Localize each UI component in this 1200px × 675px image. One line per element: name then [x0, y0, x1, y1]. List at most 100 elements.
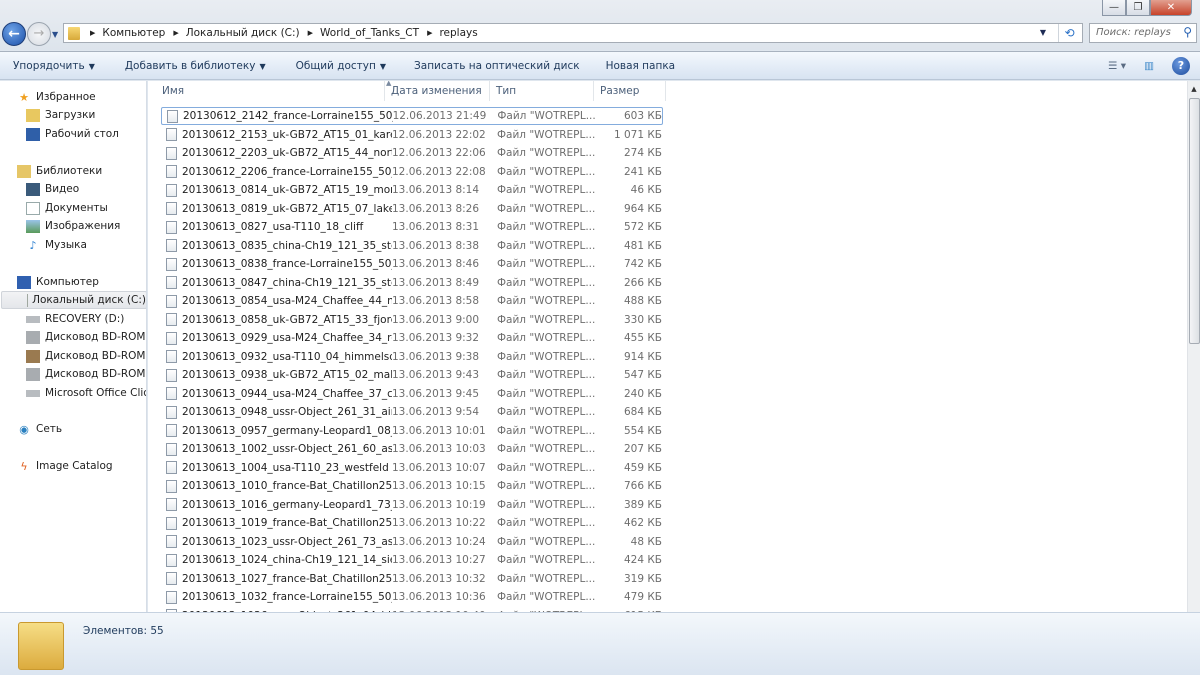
- sidebar-bd-rom-h[interactable]: Дисковод BD-ROM (H: [26, 347, 146, 365]
- file-icon: [166, 387, 177, 400]
- sidebar-downloads[interactable]: Загрузки: [26, 106, 95, 124]
- file-row[interactable]: 20130612_2203_uk-GB72_AT15_44_north_... …: [161, 144, 663, 162]
- sidebar-drive-d[interactable]: RECOVERY (D:): [26, 310, 124, 328]
- file-size: 547 КБ: [623, 369, 662, 381]
- new-folder-button[interactable]: Новая папка: [593, 60, 689, 72]
- file-row[interactable]: 20130612_2206_france-Lorraine155_50_73..…: [161, 163, 663, 181]
- sidebar-computer[interactable]: Компьютер: [17, 273, 99, 291]
- sidebar-network[interactable]: ◉ Сеть: [17, 420, 62, 438]
- file-row[interactable]: 20130613_0938_uk-GB72_AT15_02_malin... 1…: [161, 366, 663, 384]
- file-row[interactable]: 20130613_1002_ussr-Object_261_60_asia_..…: [161, 440, 663, 458]
- column-header-name[interactable]: Имя ▲: [156, 81, 391, 101]
- breadcrumb-replays[interactable]: replays: [439, 27, 477, 39]
- sidebar-video[interactable]: Видео: [26, 180, 79, 198]
- file-row[interactable]: 20130613_0819_uk-GB72_AT15_07_lakeville …: [161, 200, 663, 218]
- sidebar-image-catalog[interactable]: ϟ Image Catalog: [17, 457, 112, 475]
- preview-pane-icon[interactable]: ▥: [1144, 60, 1154, 72]
- file-row[interactable]: 20130613_0847_china-Ch19_121_35_stepp...…: [161, 274, 663, 292]
- file-row[interactable]: 20130613_0858_uk-GB72_AT15_33_fjord 13.0…: [161, 311, 663, 329]
- file-row[interactable]: 20130613_1024_china-Ch19_121_14_siegfr..…: [161, 551, 663, 569]
- recent-pages-dropdown[interactable]: ▼: [52, 30, 58, 39]
- file-row[interactable]: 20130613_0854_usa-M24_Chaffee_44_nor... …: [161, 292, 663, 310]
- scroll-up-icon[interactable]: ▲: [1188, 81, 1200, 97]
- file-size: 240 КБ: [623, 387, 662, 400]
- file-type: Файл "WOTREPL...: [497, 406, 596, 418]
- file-icon: [166, 220, 177, 234]
- file-row[interactable]: 20130613_1004_usa-T110_23_westfeld 13.06…: [161, 459, 663, 477]
- file-type: Файл "WOTREPL...: [497, 239, 596, 252]
- sidebar-music[interactable]: ♪ Музыка: [26, 236, 86, 254]
- sidebar-drive-c[interactable]: Локальный диск (C:): [1, 291, 146, 309]
- sidebar-favorites[interactable]: ★ Избранное: [17, 88, 96, 106]
- column-header-size[interactable]: Размер: [594, 81, 666, 101]
- back-button[interactable]: ←: [2, 22, 26, 46]
- breadcrumb-drive-c[interactable]: Локальный диск (C:): [186, 27, 300, 39]
- file-row[interactable]: 20130613_0838_france-Lorraine155_50_10..…: [161, 255, 663, 273]
- file-row[interactable]: 20130613_1027_france-Bat_Chatillon25t_2.…: [161, 570, 663, 588]
- file-size: 964 КБ: [623, 202, 662, 215]
- file-date: 13.06.2013 9:45: [392, 387, 480, 400]
- sidebar-desktop[interactable]: Рабочий стол: [26, 125, 119, 143]
- breadcrumb-world-of-tanks[interactable]: World_of_Tanks_CT: [320, 27, 419, 39]
- file-size: 766 КБ: [623, 480, 662, 492]
- file-row[interactable]: 20130613_1019_france-Bat_Chatillon25t_3.…: [161, 514, 663, 532]
- documents-icon: [26, 201, 40, 215]
- file-size: 274 КБ: [623, 147, 662, 159]
- share-button[interactable]: Общий доступ ▼: [283, 60, 399, 72]
- file-row[interactable]: 20130613_1016_germany-Leopard1_73_as... …: [161, 496, 663, 514]
- column-header-date[interactable]: Дата изменения: [385, 81, 490, 101]
- file-row[interactable]: 20130613_1010_france-Bat_Chatillon25t_1.…: [161, 477, 663, 495]
- sidebar-documents[interactable]: Документы: [26, 199, 108, 217]
- file-icon: [167, 109, 178, 123]
- file-size: 488 КБ: [623, 295, 662, 307]
- add-to-library-button[interactable]: Добавить в библиотеку ▼: [112, 60, 279, 72]
- file-date: 13.06.2013 10:24: [392, 535, 486, 548]
- file-row[interactable]: 20130613_0835_china-Ch19_121_35_stepp...…: [161, 237, 663, 255]
- file-row[interactable]: 20130613_1032_france-Lorraine155_50_35..…: [161, 588, 663, 606]
- scrollbar-thumb[interactable]: [1189, 98, 1200, 344]
- star-icon: ★: [19, 90, 29, 104]
- vertical-scrollbar[interactable]: ▲: [1187, 81, 1200, 612]
- file-row[interactable]: 20130613_0929_usa-M24_Chaffee_34_red... …: [161, 329, 663, 347]
- file-size: 742 КБ: [623, 258, 662, 270]
- file-icon: [166, 498, 177, 511]
- burn-button[interactable]: Записать на оптический диск: [401, 60, 593, 72]
- sidebar-libraries[interactable]: Библиотеки: [17, 162, 102, 180]
- file-row[interactable]: 20130613_0948_ussr-Object_261_31_airfiel…: [161, 403, 663, 421]
- close-button[interactable]: ✕: [1150, 0, 1192, 16]
- file-name: 20130613_0938_uk-GB72_AT15_02_malin...: [182, 369, 392, 381]
- file-row[interactable]: 20130612_2142_france-Lorraine155_50_13..…: [161, 107, 663, 125]
- minimize-button[interactable]: —: [1102, 0, 1126, 16]
- file-row[interactable]: 20130613_1023_ussr-Object_261_73_asia_..…: [161, 533, 663, 551]
- refresh-icon[interactable]: ⟲: [1058, 24, 1080, 42]
- search-input[interactable]: Поиск: replays ⚲: [1089, 23, 1197, 43]
- sidebar-bd-rom-g[interactable]: Дисковод BD-ROM (G: [26, 328, 146, 346]
- maximize-button[interactable]: ❐: [1126, 0, 1150, 16]
- breadcrumb-computer[interactable]: Компьютер: [102, 27, 165, 39]
- view-options-icon[interactable]: ☰ ▾: [1108, 60, 1126, 72]
- file-date: 13.06.2013 10:01: [392, 424, 486, 437]
- organize-button[interactable]: Упорядочить ▼: [0, 60, 108, 72]
- file-row[interactable]: 20130613_0944_usa-M24_Chaffee_37_cau... …: [161, 385, 663, 403]
- file-icon: [166, 239, 177, 252]
- file-name: 20130612_2142_france-Lorraine155_50_13..…: [183, 110, 393, 122]
- file-row[interactable]: 20130613_0957_germany-Leopard1_08_ru... …: [161, 422, 663, 440]
- forward-button[interactable]: →: [27, 22, 51, 46]
- file-size: 684 КБ: [623, 406, 662, 418]
- file-date: 13.06.2013 8:49: [392, 276, 480, 289]
- file-row[interactable]: 20130613_0827_usa-T110_18_cliff 13.06.20…: [161, 218, 663, 236]
- desktop-icon: [26, 127, 40, 141]
- file-icon: [166, 479, 177, 493]
- address-dropdown-icon[interactable]: ▼: [1040, 28, 1046, 37]
- file-row[interactable]: 20130613_0932_usa-T110_04_himmelsdorf 13…: [161, 348, 663, 366]
- help-button[interactable]: ?: [1172, 57, 1190, 75]
- column-header-type[interactable]: Тип: [490, 81, 594, 101]
- address-bar[interactable]: ▶ Компьютер ▶ Локальный диск (C:) ▶ World_o…: [63, 23, 1083, 43]
- file-icon: [166, 165, 177, 178]
- sidebar-office-click[interactable]: Microsoft Office Click: [26, 384, 146, 402]
- file-row[interactable]: 20130612_2153_uk-GB72_AT15_01_karelia 12…: [161, 126, 663, 144]
- sidebar-pictures[interactable]: Изображения: [26, 217, 120, 235]
- file-row[interactable]: 20130613_0814_uk-GB72_AT15_19_monas... 1…: [161, 181, 663, 199]
- sidebar-bd-rom-i[interactable]: Дисковод BD-ROM (I: [26, 365, 146, 383]
- file-date: 13.06.2013 10:32: [392, 572, 486, 585]
